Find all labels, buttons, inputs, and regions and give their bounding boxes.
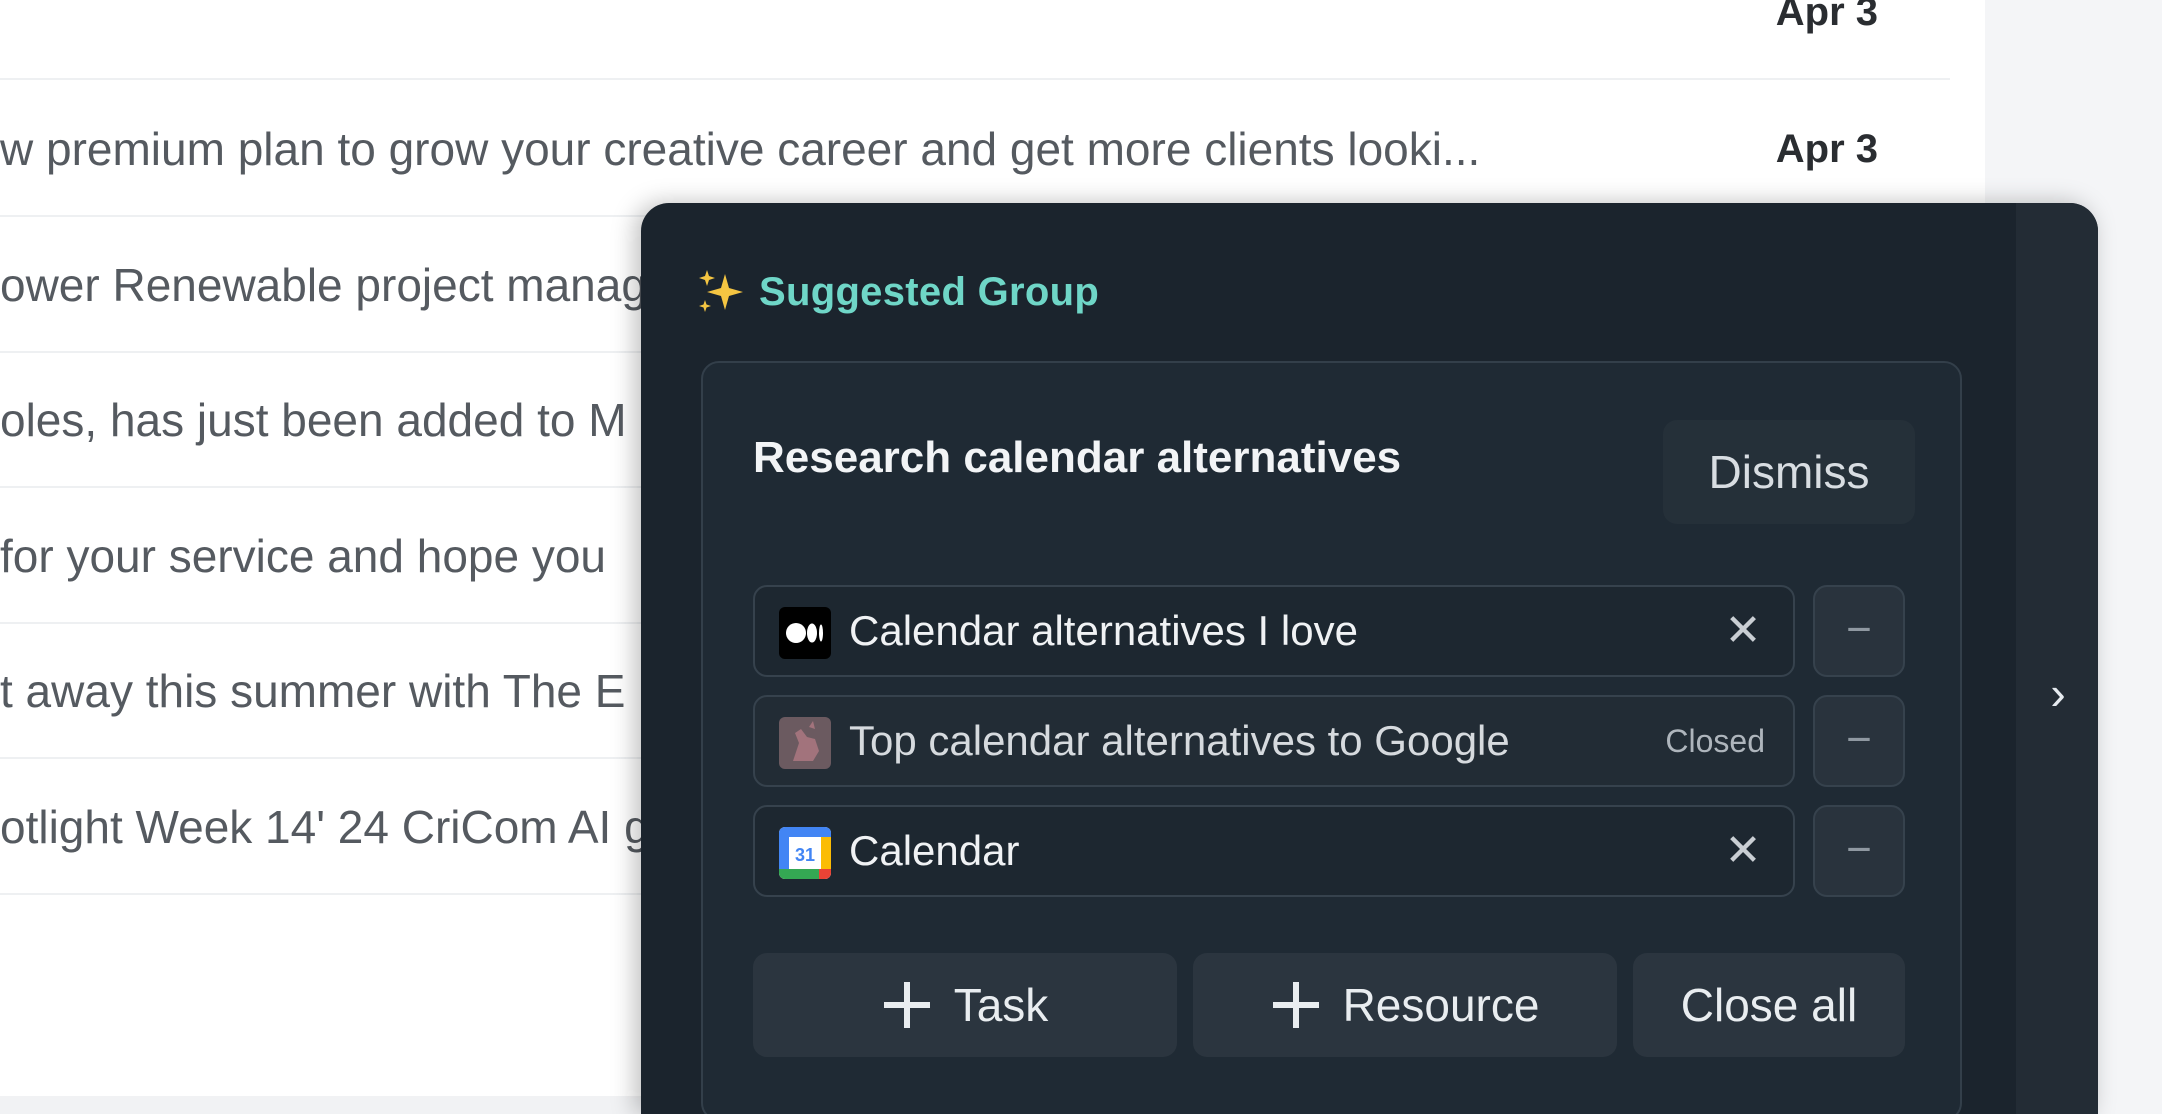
google-calendar-icon: 31 (779, 827, 831, 879)
close-tab-icon[interactable]: ✕ (1719, 827, 1767, 875)
svg-text:31: 31 (795, 845, 815, 865)
remove-resource-button[interactable]: − (1813, 805, 1905, 897)
close-all-button[interactable]: Close all (1633, 953, 1905, 1057)
suggested-group-panel: › Suggested Group Research calendar alte… (641, 203, 2098, 1114)
email-date: Apr 3 (1775, 0, 1878, 34)
email-row[interactable]: w premium plan to grow your creative car… (0, 82, 1950, 217)
panel-collapse-edge[interactable]: › (2016, 203, 2098, 1114)
chevron-right-icon[interactable]: › (2040, 663, 2076, 723)
group-card: Research calendar alternatives Dismiss C… (701, 361, 1962, 1114)
close-tab-icon[interactable]: ✕ (1719, 607, 1767, 655)
email-snippet: otlight Week 14' 24 CriCom AI g (0, 801, 650, 853)
email-snippet: oles, has just been added to M (0, 394, 627, 446)
add-resource-button[interactable]: Resource (1193, 953, 1617, 1057)
plus-icon (883, 982, 930, 1028)
closed-status-badge: Closed (1665, 723, 1765, 759)
add-resource-label: Resource (1342, 979, 1540, 1031)
email-snippet: for your service and hope you (0, 530, 607, 582)
kangaroo-thumbnail-icon (779, 717, 831, 769)
remove-resource-button[interactable]: − (1813, 585, 1905, 677)
email-row[interactable]: Apr 3 (0, 0, 1950, 80)
dismiss-button[interactable]: Dismiss (1663, 420, 1915, 524)
remove-resource-button[interactable]: − (1813, 695, 1905, 787)
plus-icon (1272, 982, 1319, 1028)
email-date: Apr 3 (1775, 127, 1878, 171)
add-task-button[interactable]: Task (753, 953, 1177, 1057)
email-snippet: ower Renewable project manag (0, 259, 647, 311)
panel-header: Suggested Group (695, 265, 1099, 319)
resource-label: Calendar alternatives I love (849, 607, 1358, 654)
add-task-label: Task (953, 979, 1049, 1031)
resource-item[interactable]: Calendar alternatives I love ✕ (753, 585, 1795, 677)
resource-item[interactable]: 31 Calendar ✕ (753, 805, 1795, 897)
email-snippet: w premium plan to grow your creative car… (0, 123, 1481, 175)
medium-logo-icon (779, 607, 831, 659)
resource-label: Calendar (849, 827, 1020, 874)
resource-label: Top calendar alternatives to Google (849, 717, 1510, 764)
resource-item[interactable]: Top calendar alternatives to Google Clos… (753, 695, 1795, 787)
email-snippet: t away this summer with The E (0, 665, 626, 717)
sparkles-icon (699, 270, 743, 312)
panel-title: Suggested Group (759, 269, 1100, 314)
group-name[interactable]: Research calendar alternatives (753, 433, 1401, 483)
